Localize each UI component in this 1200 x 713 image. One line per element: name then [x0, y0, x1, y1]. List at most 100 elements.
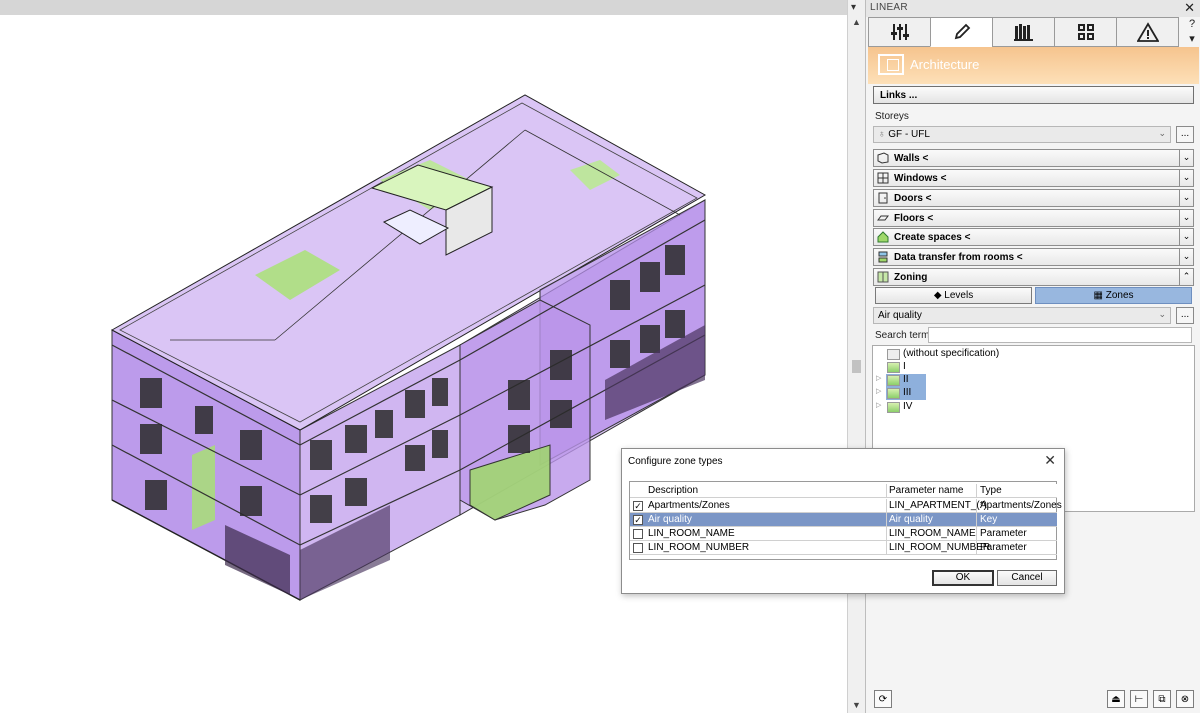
table-row[interactable]: ✓ Air quality Air quality Key: [630, 513, 1057, 527]
expand-icon[interactable]: ⌄: [1179, 228, 1193, 246]
tree-item[interactable]: ▷ II: [873, 374, 1073, 387]
export-icon[interactable]: ⏏: [1107, 690, 1125, 708]
section-data-transfer[interactable]: Data transfer from rooms < ⌄: [873, 248, 1194, 266]
tree-item-label: III: [903, 387, 912, 398]
tab-library[interactable]: [992, 17, 1055, 47]
tab-settings[interactable]: [868, 17, 931, 47]
row-checkbox[interactable]: [633, 529, 643, 539]
ok-button[interactable]: OK: [932, 570, 994, 586]
hierarchy-icon[interactable]: ⊢: [1130, 690, 1148, 708]
tree-item[interactable]: ▷ IV: [873, 401, 1073, 414]
table-row[interactable]: LIN_ROOM_NUMBER LIN_ROOM_NUMBER Paramete…: [630, 541, 1057, 555]
help-icon[interactable]: ?: [1184, 17, 1200, 31]
storey-select[interactable]: ♁ GF - UFL ⌄: [873, 126, 1171, 143]
row-checkbox[interactable]: ✓: [633, 501, 643, 511]
row-checkbox[interactable]: ✓: [633, 515, 643, 525]
zones-label: Zones: [1105, 290, 1134, 301]
tree-item[interactable]: (without specification): [873, 348, 1073, 361]
close-icon[interactable]: ✕: [1184, 0, 1195, 16]
links-button[interactable]: Links ...: [873, 86, 1194, 104]
section-create-spaces[interactable]: Create spaces < ⌄: [873, 228, 1194, 246]
row-parameter: LIN_ROOM_NUMBER: [889, 542, 991, 553]
house-icon: [877, 231, 889, 243]
panel-titlebar: LINEAR ✕: [866, 0, 1200, 17]
storeys-label: Storeys: [875, 111, 909, 122]
pin-icon[interactable]: ▾: [851, 2, 856, 13]
column-parameter-name[interactable]: Parameter name: [889, 485, 963, 496]
chevron-down-icon: ⌄: [1158, 128, 1166, 138]
floor-icon: [877, 215, 889, 221]
table-row[interactable]: LIN_ROOM_NAME LIN_ROOM_NAME Parameter: [630, 527, 1057, 541]
expand-arrow-icon[interactable]: ▷: [876, 401, 881, 409]
refresh-icon[interactable]: ⟳: [874, 690, 892, 708]
3d-viewport[interactable]: [0, 0, 847, 713]
row-description: LIN_ROOM_NAME: [648, 528, 735, 539]
tree-item-label: IV: [903, 401, 913, 412]
levels-label: Levels: [944, 290, 974, 301]
zones-icon: ▦: [1093, 290, 1106, 301]
panel-tabs: [868, 17, 1183, 47]
floorplan-icon: [878, 54, 904, 75]
expand-icon[interactable]: ⌄: [1179, 248, 1193, 266]
scroll-down-icon[interactable]: ▼: [852, 700, 861, 710]
scroll-up-icon[interactable]: ▲: [852, 17, 861, 27]
table-header: Description Parameter name Type: [630, 484, 1057, 498]
tree-item-label: II: [903, 374, 909, 385]
collapse-icon[interactable]: ⌃: [1179, 268, 1193, 286]
door-icon: [878, 192, 888, 204]
section-windows[interactable]: Windows < ⌄: [873, 169, 1194, 187]
levels-button[interactable]: ◆ Levels: [875, 287, 1032, 304]
zone-icon: [887, 349, 900, 360]
row-description: Air quality: [648, 514, 692, 525]
row-type: Apartments/Zones: [980, 500, 1062, 511]
section-label: Floors <: [894, 213, 934, 224]
dropdown-menu-icon[interactable]: ▾: [1184, 31, 1200, 45]
row-checkbox[interactable]: [633, 543, 643, 553]
remove-tag-icon[interactable]: ⊗: [1176, 690, 1194, 708]
scrollbar-thumb[interactable]: [852, 360, 861, 373]
tag-icon[interactable]: ⧉: [1153, 690, 1171, 708]
tab-grid[interactable]: [1054, 17, 1117, 47]
linear-panel: LINEAR ✕ ? ▾ Architecture Links ... Stor…: [865, 0, 1200, 713]
tree-item[interactable]: ▷ III: [873, 387, 1073, 400]
section-label: Doors <: [894, 193, 932, 204]
column-type[interactable]: Type: [980, 485, 1002, 496]
table-row[interactable]: ✓ Apartments/Zones LIN_APARTMENT_(*) Apa…: [630, 499, 1062, 513]
row-description: Apartments/Zones: [648, 500, 730, 511]
row-parameter: LIN_APARTMENT_(*): [889, 500, 987, 511]
zone-type-select[interactable]: Air quality ⌄: [873, 307, 1171, 324]
section-label: Data transfer from rooms <: [894, 252, 1023, 263]
tab-warnings[interactable]: [1116, 17, 1179, 47]
tab-edit[interactable]: [930, 17, 993, 47]
expand-arrow-icon[interactable]: ▷: [876, 387, 881, 395]
panel-title: LINEAR: [870, 2, 908, 13]
section-walls[interactable]: Walls < ⌄: [873, 149, 1194, 167]
zone-type-more-button[interactable]: ...: [1176, 307, 1194, 324]
levels-icon: ◆: [933, 290, 945, 301]
close-icon[interactable]: ✕: [1044, 452, 1056, 469]
expand-icon[interactable]: ⌄: [1179, 169, 1193, 187]
tree-item[interactable]: I: [873, 361, 1073, 374]
section-doors[interactable]: Doors < ⌄: [873, 189, 1194, 207]
architecture-header: Architecture: [868, 47, 1199, 84]
expand-icon[interactable]: ⌄: [1179, 149, 1193, 167]
tree-item-label: (without specification): [903, 348, 1000, 359]
column-description[interactable]: Description: [648, 485, 698, 496]
storey-more-button[interactable]: ...: [1176, 126, 1194, 143]
search-term-input[interactable]: [928, 327, 1192, 343]
chevron-down-icon: ⌄: [1158, 309, 1166, 319]
zones-button[interactable]: ▦ Zones: [1035, 287, 1192, 304]
viewport-vertical-scrollbar[interactable]: ▾ ▲ ▼: [847, 0, 865, 713]
building-model[interactable]: [0, 0, 847, 713]
configure-zone-types-dialog: Configure zone types ✕ Description Param…: [621, 448, 1065, 594]
section-zoning[interactable]: Zoning ⌃: [873, 268, 1194, 286]
expand-icon[interactable]: ⌄: [1179, 209, 1193, 227]
cancel-button[interactable]: Cancel: [997, 570, 1057, 586]
row-type: Key: [980, 514, 998, 525]
zone-icon: [887, 375, 900, 386]
expand-icon[interactable]: ⌄: [1179, 189, 1193, 207]
pencil-icon: [954, 23, 970, 40]
section-floors[interactable]: Floors < ⌄: [873, 209, 1194, 227]
expand-arrow-icon[interactable]: ▷: [876, 374, 881, 382]
storey-value: GF - UFL: [888, 129, 930, 140]
